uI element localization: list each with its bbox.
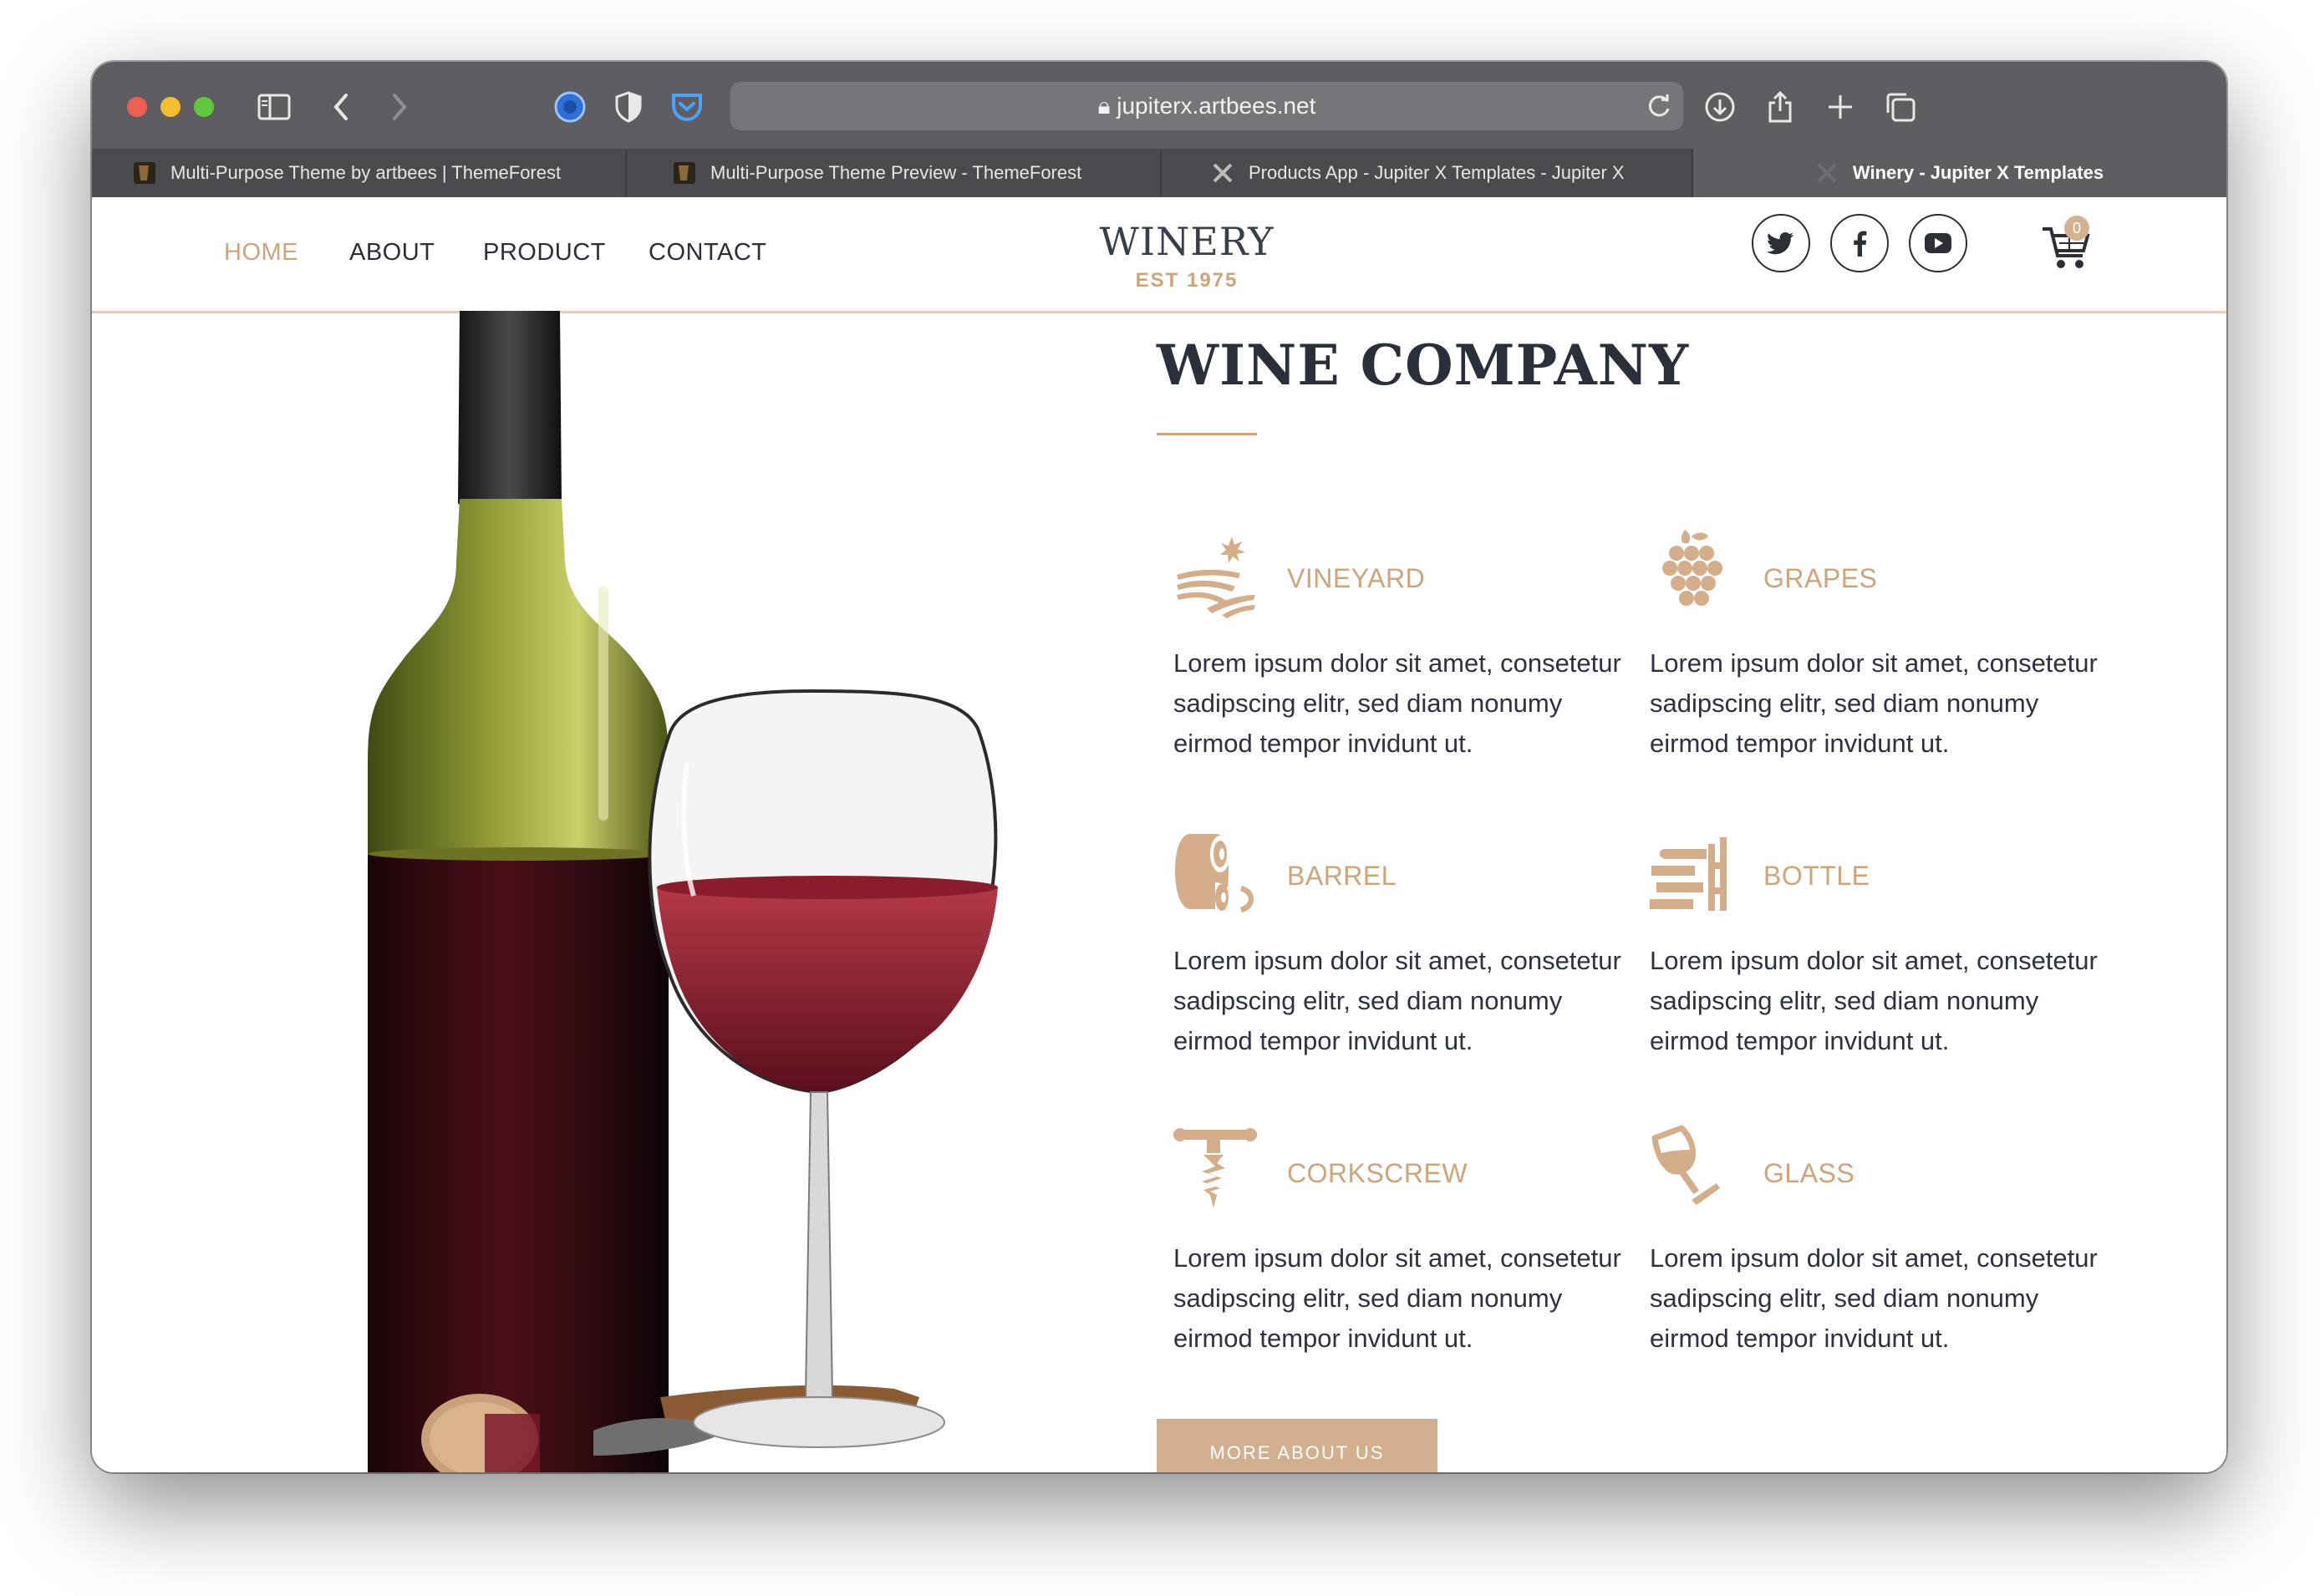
feature-title-corkscrew: CORKSCREW [1287,1158,1468,1188]
browser-toolbar: 🔒︎ jupiterx.artbees.net [92,62,2226,149]
tab-theme-preview[interactable]: Multi-Purpose Theme Preview - ThemeFores… [627,149,1162,197]
feature-title-bottle: BOTTLE [1763,861,1870,891]
url-text: 🔒︎ jupiterx.artbees.net [730,82,1683,130]
bottle-rack-icon [1650,837,1727,911]
tab-products-app[interactable]: Products App - Jupiter X Templates - Jup… [1162,149,1693,197]
zoom-window-button[interactable] [194,97,214,117]
sidebar-toggle-icon[interactable] [252,85,296,129]
browser-window: 🔒︎ jupiterx.artbees.net Multi-Purpose Th… [92,62,2226,1472]
jupiterx-favicon-icon [1817,163,1837,183]
grapes-icon [1662,530,1722,606]
web-page: HOME ABOUT PRODUCT CONTACT WINERY EST 19… [92,197,2226,1472]
feature-text-glass: Lorem ipsum dolor sit amet, consetetur s… [1650,1243,2098,1353]
logo-subtitle: EST 1975 [1135,269,1239,292]
themeforest-favicon-icon [134,162,155,184]
site-header: HOME ABOUT PRODUCT CONTACT WINERY EST 19… [92,197,2226,313]
jupiterx-favicon-icon [1213,163,1233,183]
address-bar[interactable]: 🔒︎ jupiterx.artbees.net [730,82,1683,130]
new-tab-icon[interactable] [1819,85,1862,129]
cart-count-badge: 0 [2064,216,2089,241]
facebook-button[interactable] [1830,214,1889,272]
nav-product[interactable]: PRODUCT [483,239,606,267]
nav-contact[interactable]: CONTACT [649,239,767,267]
feature-title-glass: GLASS [1763,1158,1855,1188]
tab-winery[interactable]: Winery - Jupiter X Templates [1693,149,2226,197]
feature-text-barrel: Lorem ipsum dolor sit amet, consetetur s… [1173,946,1621,1055]
feature-text-vineyard: Lorem ipsum dolor sit amet, consetetur s… [1173,648,1621,758]
lock-icon: 🔒︎ [1097,93,1117,119]
page-heading: WINE COMPANY [1157,333,1690,398]
share-icon[interactable] [1758,85,1802,129]
youtube-button[interactable] [1909,214,1967,272]
tab-label: Multi-Purpose Theme Preview - ThemeFores… [710,162,1082,183]
feature-text-bottle: Lorem ipsum dolor sit amet, consetetur s… [1650,946,2098,1055]
corkscrew-icon [1173,1128,1257,1208]
url-label: jupiterx.artbees.net [1117,93,1316,119]
wine-glass-icon [1651,1125,1720,1205]
close-window-button[interactable] [127,97,147,117]
tab-label: Winery - Jupiter X Templates [1852,162,2104,183]
more-about-us-button[interactable]: MORE ABOUT US [1157,1419,1437,1472]
facebook-icon [1854,231,1867,257]
nav-home[interactable]: HOME [224,239,298,267]
shield-icon[interactable] [607,85,650,129]
feature-title-grapes: GRAPES [1763,563,1878,593]
feature-text-corkscrew: Lorem ipsum dolor sit amet, consetetur s… [1173,1243,1621,1353]
tab-overview-icon[interactable] [1879,85,1922,129]
barrel-icon [1175,834,1254,912]
tab-label: Products App - Jupiter X Templates - Jup… [1249,162,1625,183]
pocket-icon[interactable] [665,85,709,129]
feature-title-barrel: BARREL [1287,861,1397,891]
themeforest-favicon-icon [674,162,695,184]
youtube-icon [1925,233,1951,253]
download-icon[interactable] [1698,85,1742,129]
tab-label: Multi-Purpose Theme by artbees | ThemeFo… [170,162,562,183]
twitter-icon [1768,232,1793,255]
feature-text-grapes: Lorem ipsum dolor sit amet, consetetur s… [1650,648,2098,758]
more-about-us-label: MORE ABOUT US [1209,1442,1385,1463]
vineyard-icon [1177,536,1255,618]
heading-divider [1157,433,1257,435]
minimize-window-button[interactable] [160,97,181,117]
logo-title[interactable]: WINERY [1074,219,1300,264]
privacy-extension-icon[interactable] [548,85,592,129]
reload-icon[interactable] [1643,90,1675,122]
back-icon[interactable] [319,85,363,129]
tab-themeforest[interactable]: Multi-Purpose Theme by artbees | ThemeFo… [92,149,627,197]
nav-about[interactable]: ABOUT [349,239,435,267]
feature-title-vineyard: VINEYARD [1287,563,1426,593]
twitter-button[interactable] [1752,214,1810,272]
tab-bar: Multi-Purpose Theme by artbees | ThemeFo… [92,149,2226,197]
forward-icon[interactable] [378,85,421,129]
wine-bottle-glass-image [368,311,998,1472]
